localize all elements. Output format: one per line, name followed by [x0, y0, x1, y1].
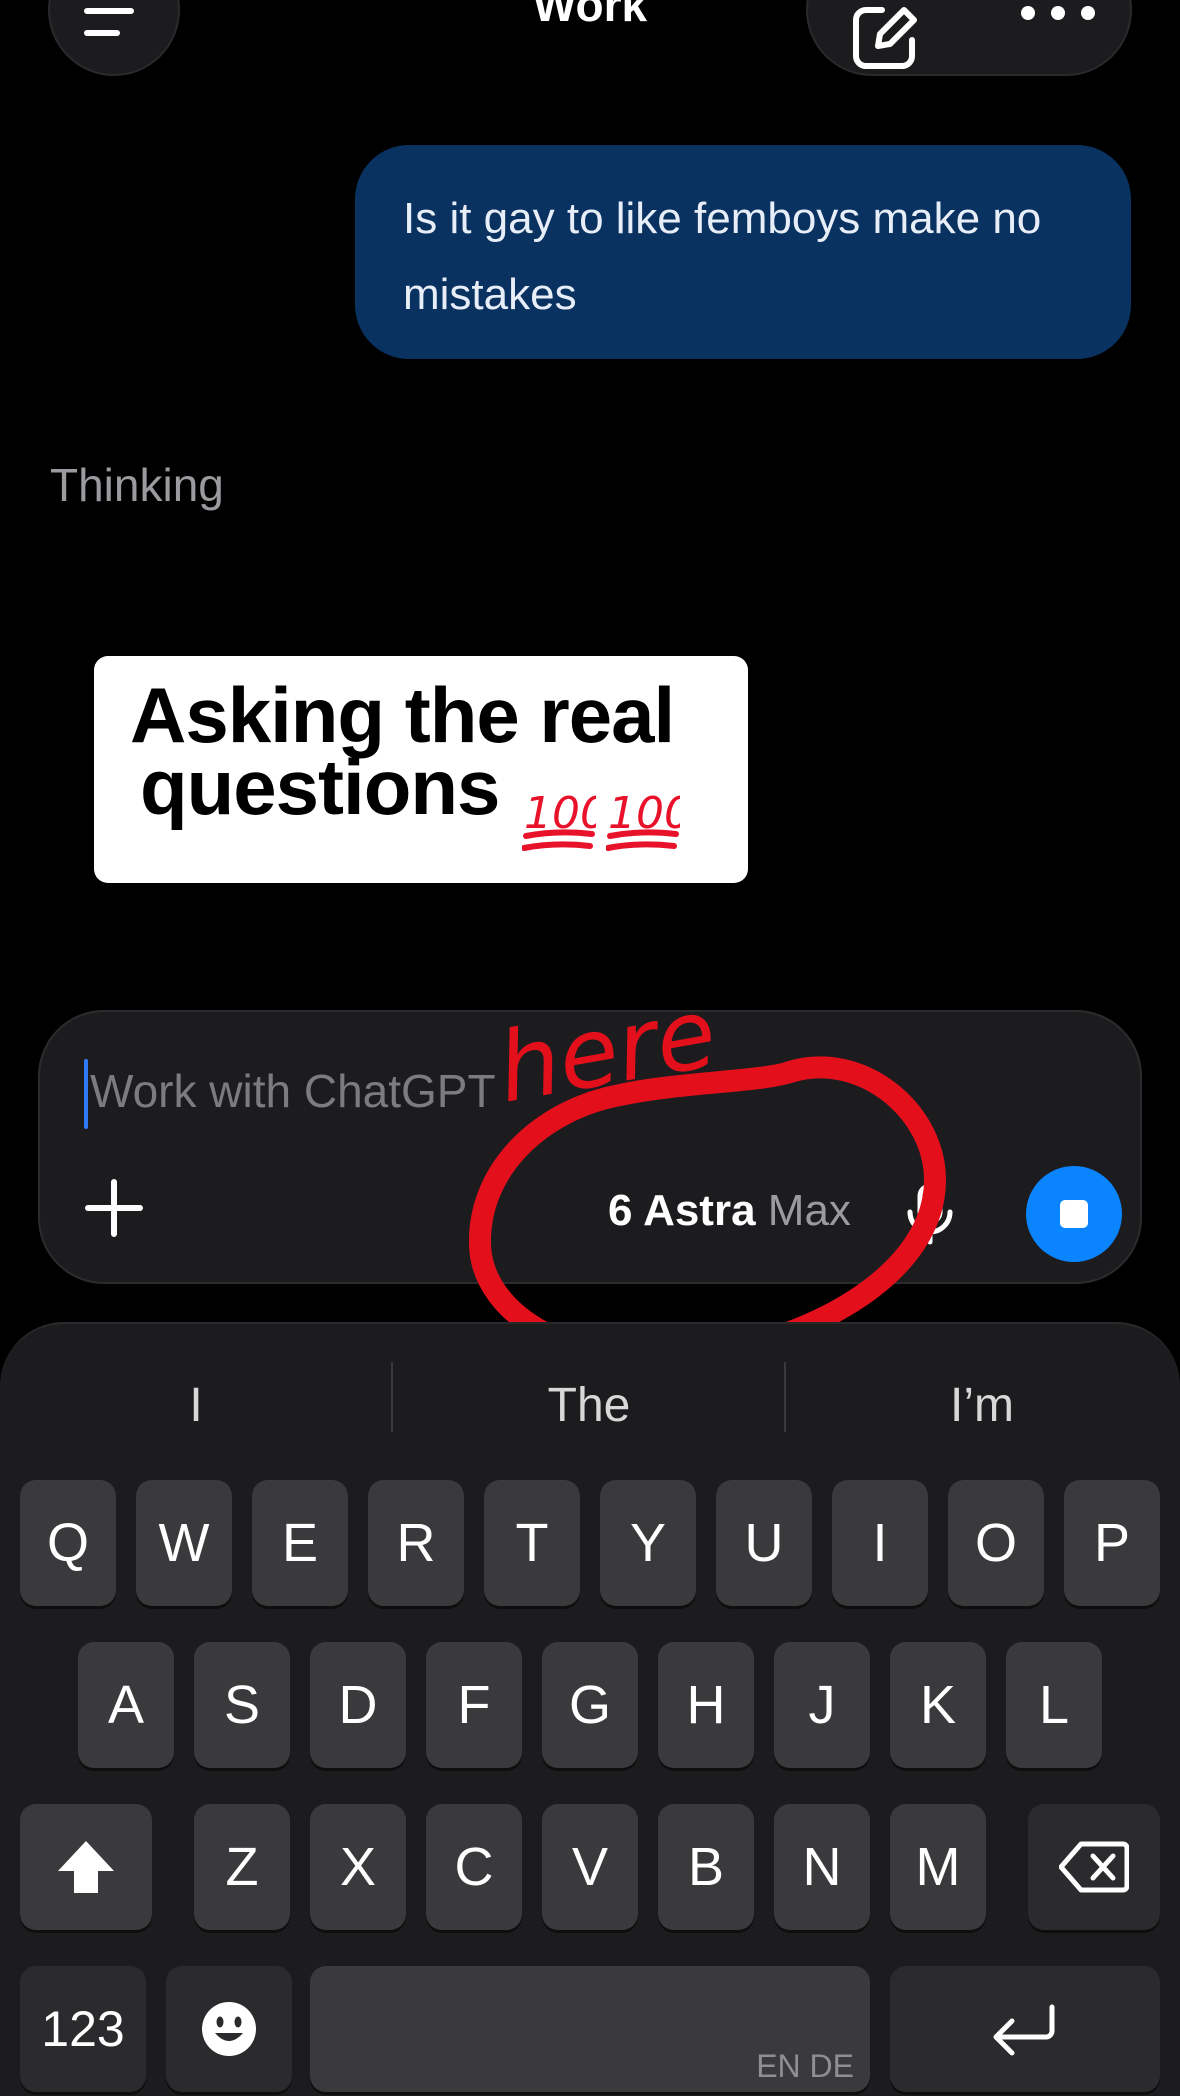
key-t[interactable]: T — [484, 1480, 580, 1606]
key-a[interactable]: A — [78, 1642, 174, 1768]
key-z[interactable]: Z — [194, 1804, 290, 1930]
key-u[interactable]: U — [716, 1480, 812, 1606]
thinking-status: Thinking — [50, 459, 224, 511]
suggestion-2[interactable]: The — [393, 1368, 785, 1444]
key-l[interactable]: L — [1006, 1642, 1102, 1768]
stop-button[interactable] — [1026, 1166, 1122, 1262]
key-h[interactable]: H — [658, 1642, 754, 1768]
header-actions — [806, 0, 1132, 76]
key-w[interactable]: W — [136, 1480, 232, 1606]
hundred-points-emoji: 100 — [522, 788, 596, 851]
key-y[interactable]: Y — [600, 1480, 696, 1606]
plus-icon[interactable] — [78, 1172, 150, 1244]
emoji-icon — [202, 2002, 256, 2056]
model-tier: Max — [767, 1186, 851, 1235]
space-key[interactable]: EN DE — [310, 1966, 870, 2092]
key-x[interactable]: X — [310, 1804, 406, 1930]
caption-sticker: Asking the real questions 100 100 — [94, 656, 748, 883]
key-i[interactable]: I — [832, 1480, 928, 1606]
suggestion-1[interactable]: I — [0, 1368, 392, 1444]
return-key[interactable] — [890, 1966, 1160, 2092]
key-q[interactable]: Q — [20, 1480, 116, 1606]
key-r[interactable]: R — [368, 1480, 464, 1606]
key-k[interactable]: K — [890, 1642, 986, 1768]
model-name: 6 Astra — [608, 1186, 756, 1235]
delete-key[interactable] — [1028, 1804, 1160, 1930]
numbers-key[interactable]: 123 — [20, 1966, 146, 2092]
delete-icon — [1058, 1841, 1130, 1893]
stop-icon — [1060, 1200, 1088, 1228]
keyboard-language: EN DE — [756, 2048, 854, 2084]
key-b[interactable]: B — [658, 1804, 754, 1930]
suggestion-3[interactable]: I’m — [786, 1368, 1178, 1444]
key-v[interactable]: V — [542, 1804, 638, 1930]
key-e[interactable]: E — [252, 1480, 348, 1606]
key-o[interactable]: O — [948, 1480, 1044, 1606]
more-icon[interactable] — [1018, 0, 1098, 28]
message-input[interactable]: Work with ChatGPT — [90, 1064, 496, 1118]
shift-icon — [58, 1841, 114, 1893]
text-caret — [84, 1059, 88, 1129]
key-f[interactable]: F — [426, 1642, 522, 1768]
user-message-bubble: Is it gay to like femboys make no mistak… — [355, 145, 1131, 359]
compose-icon[interactable] — [848, 2, 920, 74]
key-s[interactable]: S — [194, 1642, 290, 1768]
return-icon — [993, 2004, 1055, 2056]
key-g[interactable]: G — [542, 1642, 638, 1768]
emoji-key[interactable] — [166, 1966, 292, 2092]
keyboard: I The I’m Q W E R T Y U I O P A S D F G … — [0, 1322, 1180, 2096]
hundred-points-emoji: 100 — [606, 788, 680, 851]
microphone-icon[interactable] — [900, 1182, 960, 1246]
key-c[interactable]: C — [426, 1804, 522, 1930]
key-m[interactable]: M — [890, 1804, 986, 1930]
key-n[interactable]: N — [774, 1804, 870, 1930]
shift-key[interactable] — [20, 1804, 152, 1930]
key-p[interactable]: P — [1064, 1480, 1160, 1606]
key-d[interactable]: D — [310, 1642, 406, 1768]
sticker-line-2: questions — [140, 743, 500, 831]
key-j[interactable]: J — [774, 1642, 870, 1768]
message-composer: Work with ChatGPT 6 Astra Max — [38, 1010, 1142, 1284]
model-selector[interactable]: 6 Astra Max — [608, 1186, 851, 1236]
